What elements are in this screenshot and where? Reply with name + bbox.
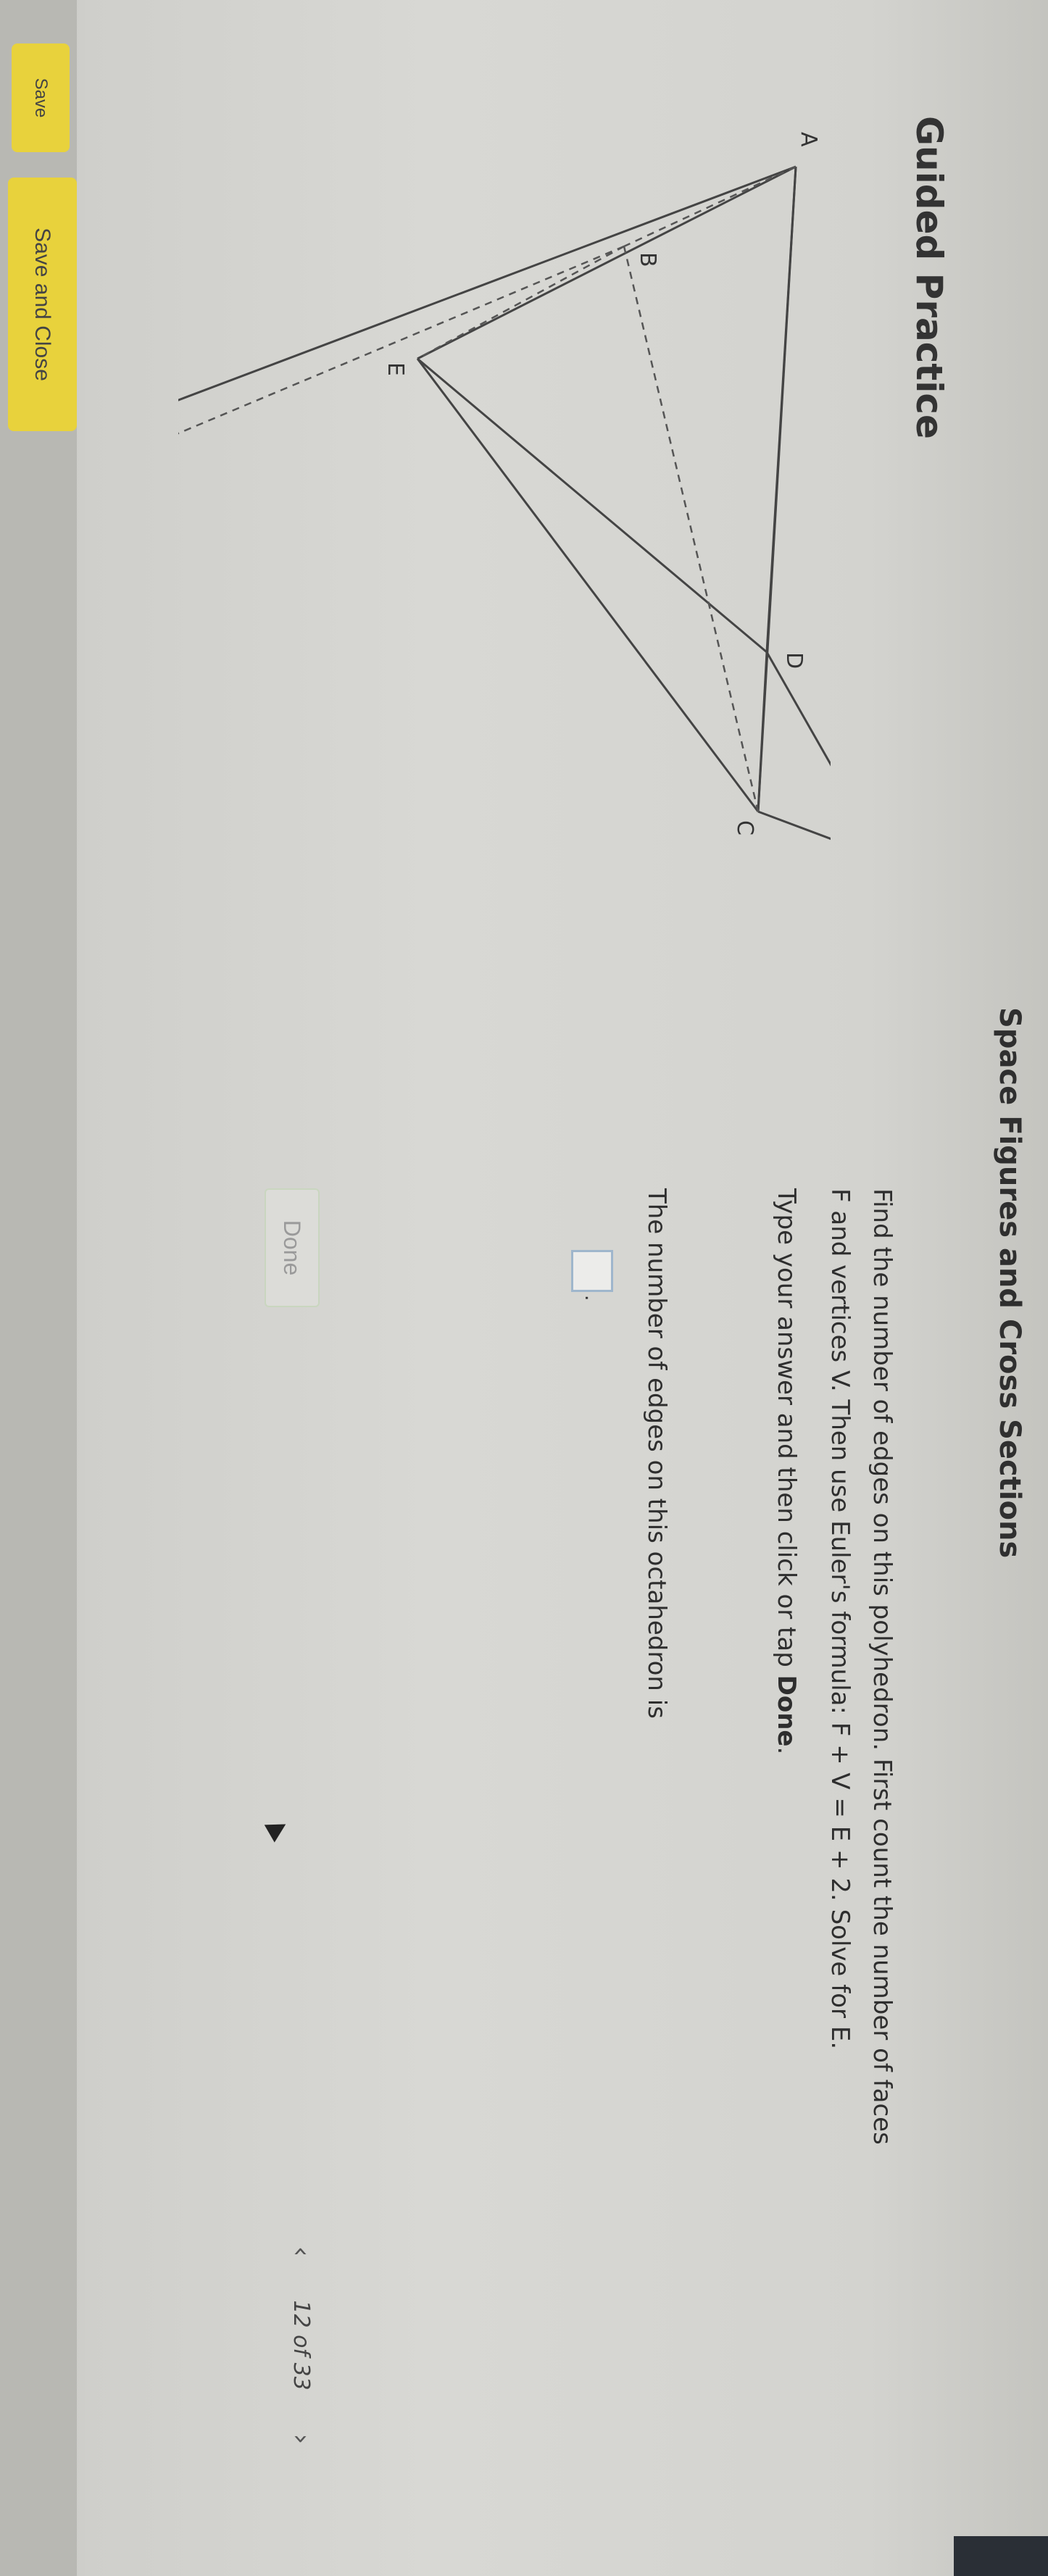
vertex-label-C: C — [732, 820, 757, 835]
rotated-screen: Space Figures and Cross Sections Guided … — [0, 0, 1048, 2576]
question-text: Find the number of edges on this polyhed… — [765, 1188, 903, 2493]
done-button[interactable]: Done — [265, 1188, 320, 1307]
next-page-icon[interactable]: › — [287, 2434, 317, 2444]
edge-E-C — [416, 358, 760, 812]
octahedron-figure: A B C D E — [178, 132, 831, 856]
pager: ‹ 12 of 33 › — [280, 2246, 323, 2551]
edge-D-lower — [765, 651, 831, 841]
answer-period: . — [581, 1295, 604, 1301]
edge-D-C — [757, 651, 768, 812]
hidden-edge-B-lower — [178, 245, 625, 465]
question-line-2: F and vertices V. Then use Euler's formu… — [825, 1188, 854, 2050]
save-button[interactable]: Save — [12, 43, 70, 152]
question-line-3-bold: Done — [772, 1675, 801, 1747]
vertex-label-A: A — [796, 132, 821, 147]
edge-C-lower — [757, 810, 831, 856]
page-title: Space Figures and Cross Sections — [993, 1007, 1026, 1559]
answer-input[interactable] — [571, 1250, 613, 1292]
previous-page-icon[interactable]: ‹ — [287, 2246, 317, 2256]
hidden-edge-B-E — [417, 245, 625, 360]
mouse-cursor-icon — [264, 1815, 291, 1843]
edge-A-lower — [178, 165, 797, 429]
hidden-edge-A-B — [623, 165, 797, 248]
question-line-3: Type your answer and then click or tap D… — [765, 1188, 807, 2493]
vertex-label-E: E — [383, 362, 408, 376]
vertex-label-D: D — [781, 652, 807, 669]
page-indicator: 12 of 33 — [288, 2300, 315, 2390]
question-line-3-suffix: . — [772, 1746, 801, 1755]
question-line-3-prefix: Type your answer and then click or tap — [772, 1188, 801, 1675]
question-line-1: Find the number of edges on this polyhed… — [868, 1188, 897, 2145]
window-corner — [954, 2536, 1048, 2576]
edge-E-D — [417, 357, 768, 654]
vertex-label-B: B — [635, 252, 660, 267]
section-heading: Guided Practice — [908, 116, 950, 439]
answer-prompt: The number of edges on this octahedron i… — [642, 1188, 671, 1719]
save-and-close-button[interactable]: Save and Close — [8, 178, 77, 431]
edge-A-D — [765, 166, 797, 653]
edge-A-E — [417, 165, 797, 360]
hidden-edge-B-C — [623, 246, 760, 812]
